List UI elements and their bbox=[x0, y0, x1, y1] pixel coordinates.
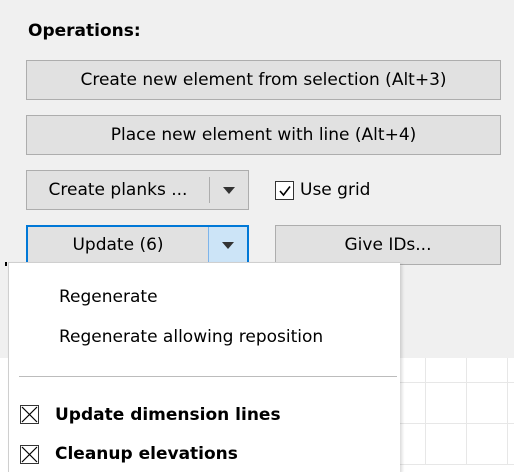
chevron-down-icon bbox=[223, 186, 235, 194]
create-planks-button[interactable]: Create planks ... bbox=[27, 171, 209, 209]
place-with-line-button[interactable]: Place new element with line (Alt+4) bbox=[26, 115, 501, 155]
update-split-button[interactable]: Update (6) bbox=[26, 225, 249, 265]
create-planks-label: Create planks ... bbox=[48, 180, 188, 200]
canvas-grid bbox=[395, 358, 514, 465]
give-ids-label: Give IDs... bbox=[344, 235, 432, 255]
create-planks-split-button[interactable]: Create planks ... bbox=[26, 170, 249, 210]
menu-item-regenerate[interactable]: Regenerate bbox=[59, 287, 158, 307]
checkmark-icon bbox=[279, 186, 291, 197]
cross-checkbox-icon bbox=[21, 406, 38, 423]
cleanup-elevations-checkbox[interactable] bbox=[20, 445, 39, 464]
chevron-down-icon bbox=[222, 241, 234, 249]
create-planks-dropdown[interactable] bbox=[210, 171, 248, 209]
cleanup-elevations-label[interactable]: Cleanup elevations bbox=[55, 444, 238, 464]
menu-item-regenerate-reposition[interactable]: Regenerate allowing reposition bbox=[59, 327, 323, 347]
use-grid-label: Use grid bbox=[300, 180, 371, 200]
cross-checkbox-icon bbox=[21, 446, 38, 463]
create-from-selection-label: Create new element from selection (Alt+3… bbox=[80, 70, 447, 90]
section-title: Operations: bbox=[28, 21, 141, 41]
update-button[interactable]: Update (6) bbox=[28, 227, 208, 263]
update-dimension-lines-label[interactable]: Update dimension lines bbox=[55, 405, 281, 425]
update-dropdown[interactable] bbox=[209, 227, 247, 263]
menu-divider bbox=[19, 376, 397, 377]
update-dimension-lines-checkbox[interactable] bbox=[20, 405, 39, 424]
text-caret bbox=[5, 262, 7, 266]
give-ids-button[interactable]: Give IDs... bbox=[275, 225, 501, 265]
update-label: Update (6) bbox=[72, 235, 164, 255]
create-from-selection-button[interactable]: Create new element from selection (Alt+3… bbox=[26, 60, 501, 100]
place-with-line-label: Place new element with line (Alt+4) bbox=[110, 125, 417, 145]
update-dropdown-menu: Regenerate Regenerate allowing repositio… bbox=[8, 262, 400, 472]
use-grid-checkbox[interactable] bbox=[275, 181, 294, 200]
